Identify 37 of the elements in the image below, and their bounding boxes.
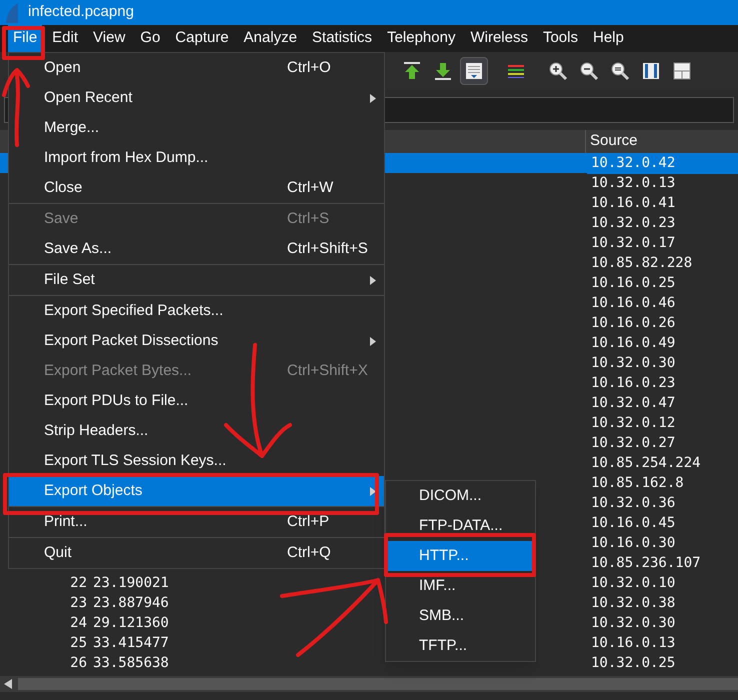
table-cell: 29.121360 [93, 614, 169, 630]
table-cell: 23.190021 [93, 574, 169, 590]
table-cell-text: 10.32.0.38 [590, 594, 676, 612]
table-cell-text: 10.16.0.23 [590, 374, 676, 392]
table-cell-text: 10.85.82.228 [590, 254, 694, 272]
table-cell-text: 10.32.0.36 [590, 494, 676, 512]
table-cell: 23.887946 [93, 594, 169, 610]
table-cell-text: 10.32.0.13 [590, 174, 676, 192]
column-header: Source [589, 131, 638, 152]
table-cell-text: 10.32.0.12 [590, 414, 676, 432]
table-cell-text: 10.16.0.49 [590, 334, 676, 352]
table-cell: 25 [70, 634, 87, 650]
table-cell-text: 10.85.162.8 [590, 474, 685, 492]
table-cell-text: 10.16.0.46 [590, 294, 676, 312]
table-cell-text: 10.32.0.10 [590, 574, 676, 592]
table-cell: 24 [70, 614, 87, 630]
table-cell-text: 10.32.0.30 [590, 614, 676, 632]
table-cell-text: 10.32.0.17 [590, 234, 676, 252]
table-cell-text: 10.32.0.25 [590, 654, 676, 672]
table-cell: 33.585638 [93, 654, 169, 670]
table-cell-text: 10.16.0.41 [590, 194, 676, 212]
table-cell: 23 [70, 594, 87, 610]
table-cell-text: 10.85.254.224 [590, 454, 702, 472]
table-cell: 33.415477 [93, 634, 169, 650]
table-cell-text: 10.16.0.25 [590, 274, 676, 292]
table-cell-text: 10.32.0.27 [590, 434, 676, 452]
table-cell-text: 10.16.0.13 [590, 634, 676, 652]
table-cell: 22 [70, 574, 87, 590]
table-cell-text: 10.32.0.30 [590, 354, 676, 372]
table-cell-text: 10.32.0.47 [590, 394, 676, 412]
table-cell-text: 10.16.0.30 [590, 534, 676, 552]
table-cell-text: 10.32.0.23 [590, 214, 676, 232]
table-cell-text: 10.16.0.45 [590, 514, 676, 532]
table-cell: 26 [70, 654, 87, 670]
table-cell-text: 10.16.0.26 [590, 314, 676, 332]
window-title: infected.pcapng [28, 2, 134, 22]
table-cell-text: 10.85.236.107 [590, 554, 702, 572]
